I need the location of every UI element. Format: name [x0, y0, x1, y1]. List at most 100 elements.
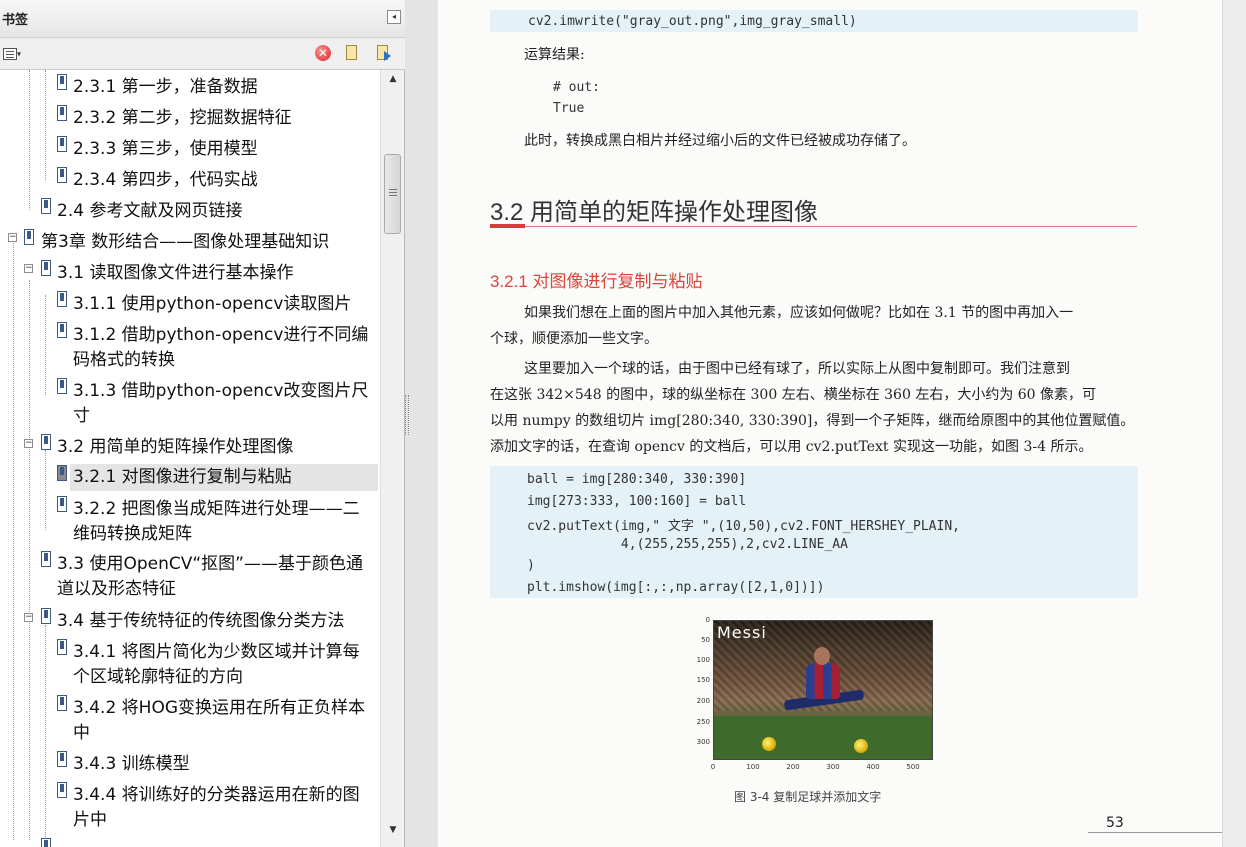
- bookmark-item[interactable]: 3.1 读取图像文件进行基本操作: [57, 261, 293, 286]
- code-line: 4,(255,255,255),2,cv2.LINE_AA: [527, 537, 848, 552]
- options-menu-button[interactable]: ▾: [2, 46, 28, 62]
- bookmark-item[interactable]: 3.4.2 将HOG变换运用在所有正负样本 中: [73, 696, 365, 746]
- bookmark-item[interactable]: 3.2 用简单的矩阵操作处理图像: [57, 435, 293, 460]
- y-tick-label: 250: [696, 718, 710, 726]
- bookmark-item[interactable]: 3.2.2 把图像当成矩阵进行处理——二 维码转换成矩阵: [73, 497, 360, 547]
- y-tick-label: 100: [696, 656, 710, 664]
- bookmark-icon: [57, 639, 67, 655]
- paragraph-line: 这里要加入一个球的话，由于图中已经有球了，所以实际上从图中复制即可。我们注意到: [524, 361, 1070, 377]
- plot-image: Messi: [713, 620, 933, 760]
- ball-icon: [762, 737, 776, 751]
- bookmark-item[interactable]: 2.3.2 第二步，挖掘数据特征: [73, 106, 292, 131]
- overlay-text: Messi: [717, 623, 767, 642]
- paragraph-line: 添加文字的话，在查询 opencv 的文档后，可以用 cv2.putText 实…: [490, 439, 1093, 455]
- bookmark-item[interactable]: 2.3.4 第四步，代码实战: [73, 168, 258, 193]
- bookmark-item[interactable]: 3.1.2 借助python-opencv进行不同编 码格式的转换: [73, 323, 368, 373]
- paragraph-line: 如果我们想在上面的图片中加入其他元素，应该如何做呢？比如在 3.1 节的图中再加…: [524, 305, 1074, 321]
- ball-icon: [854, 739, 868, 753]
- bookmark-item[interactable]: 3.4.4 将训练好的分类器运用在新的图 片中: [73, 783, 360, 833]
- bookmark-item[interactable]: 3.4.1 将图片简化为少数区域并计算每 个区域轮廓特征的方向: [73, 640, 360, 690]
- bookmark-item-selected[interactable]: 3.2.1 对图像进行复制与粘贴: [70, 464, 378, 491]
- result-label: 运算结果:: [524, 47, 585, 63]
- expand-bookmark-button[interactable]: [376, 45, 394, 63]
- options-icon: [3, 48, 17, 60]
- code-line: ball = img[280:340, 330:390]: [527, 472, 747, 487]
- document-page: cv2.imwrite("gray_out.png",img_gray_smal…: [438, 0, 1222, 847]
- bookmark-icon: [57, 496, 67, 512]
- bookmarks-toolbar: ▾ ✕: [0, 38, 405, 70]
- bookmark-icon: [57, 74, 67, 90]
- bookmark-icon: [41, 434, 51, 450]
- code-line: cv2.imwrite("gray_out.png",img_gray_smal…: [528, 14, 857, 29]
- bookmarks-panel: 书签 ◂ ▾ ✕ 2.3.1 第一步，准备数据 2.3.2 第二步，挖掘数据特征: [0, 0, 405, 847]
- bookmark-item[interactable]: 3.4 基于传统特征的传统图像分类方法: [57, 609, 344, 634]
- page-number: 53: [1106, 815, 1124, 831]
- code-line: img[273:333, 100:160] = ball: [527, 494, 747, 509]
- bookmark-item[interactable]: 2.3.3 第三步，使用模型: [73, 137, 258, 162]
- bookmark-item[interactable]: 2.4 参考文献及网页链接: [57, 199, 242, 224]
- y-tick-label: 150: [696, 676, 710, 684]
- bookmark-icon: [24, 229, 34, 245]
- paragraph-line: 在这张 342×548 的图中，球的纵坐标在 300 左右、横坐标在 360 左…: [490, 387, 1097, 403]
- paragraph-line: 以用 numpy 的数组切片 img[280:340, 330:390]，得到一…: [490, 413, 1135, 429]
- bookmark-scrollbar[interactable]: ▲ ▼: [380, 70, 404, 847]
- bookmark-icon: [57, 465, 67, 481]
- y-tick-label: 300: [696, 738, 710, 746]
- chevron-down-icon: ▾: [17, 49, 22, 59]
- code-line: ): [527, 558, 535, 573]
- y-tick-label: 200: [696, 697, 710, 705]
- bookmarks-panel-title: 书签: [2, 13, 29, 28]
- x-tick-label: 0: [710, 763, 716, 771]
- bookmark-item[interactable]: 3.3 使用OpenCV“抠图”——基于颜色通 道以及形态特征: [57, 552, 363, 602]
- scroll-down-arrow-icon[interactable]: ▼: [381, 821, 405, 839]
- collapse-toggle[interactable]: −: [24, 439, 33, 448]
- collapse-toggle[interactable]: −: [24, 264, 33, 273]
- bookmark-icon: [41, 608, 51, 624]
- y-tick-label: 50: [701, 636, 710, 644]
- code-line: plt.imshow(img[:,:,np.array([2,1,0])]): [527, 580, 825, 595]
- x-tick-label: 200: [786, 763, 800, 771]
- bookmark-item[interactable]: 3.1.3 借助python-opencv改变图片尺 寸: [73, 379, 368, 429]
- scroll-thumb[interactable]: [384, 154, 401, 234]
- x-tick-label: 500: [906, 763, 920, 771]
- bookmark-icon: [41, 198, 51, 214]
- bookmark-icon: [57, 322, 67, 338]
- collapse-toggle[interactable]: −: [24, 613, 33, 622]
- delete-bookmark-button[interactable]: ✕: [315, 45, 333, 63]
- x-tick-label: 100: [746, 763, 760, 771]
- bookmark-icon: [57, 291, 67, 307]
- subsection-heading: 3.2.1 对图像进行复制与粘贴: [490, 272, 703, 291]
- bookmarks-panel-header: 书签 ◂: [0, 0, 405, 38]
- bookmark-item[interactable]: 3.4.3 训练模型: [73, 752, 190, 777]
- bookmark-icon: [57, 105, 67, 121]
- bookmark-icon: [57, 751, 67, 767]
- bookmark-icon: [57, 782, 67, 798]
- bookmark-icon: [57, 378, 67, 394]
- bookmark-icon: [57, 136, 67, 152]
- bookmark-icon: [41, 838, 51, 847]
- collapse-panel-button[interactable]: ◂: [387, 10, 401, 24]
- collapse-toggle[interactable]: −: [8, 233, 17, 242]
- delete-icon: ✕: [315, 45, 331, 61]
- page-margin: [1222, 0, 1246, 847]
- bookmark-icon: [57, 167, 67, 183]
- new-bookmark-button[interactable]: [345, 45, 363, 63]
- heading-accent-bar: [490, 224, 525, 228]
- bookmark-tree: 2.3.1 第一步，准备数据 2.3.2 第二步，挖掘数据特征 2.3.3 第三…: [0, 70, 380, 847]
- expand-bookmark-icon: [376, 45, 392, 61]
- pane-splitter[interactable]: [405, 0, 438, 847]
- figure-image: Messi 0 50 100 150 200 250 300 0 100 200…: [693, 612, 953, 782]
- scroll-up-arrow-icon[interactable]: ▲: [381, 70, 405, 88]
- bookmark-icon: [41, 260, 51, 276]
- new-bookmark-icon: [345, 45, 361, 61]
- bookmark-item[interactable]: 第3章 数形结合——图像处理基础知识: [41, 230, 329, 255]
- heading-rule: [490, 226, 1137, 227]
- bookmark-icon: [41, 551, 51, 567]
- bookmark-item[interactable]: 2.3.1 第一步，准备数据: [73, 75, 258, 100]
- footer-rule: [1088, 832, 1222, 833]
- bookmark-item[interactable]: 3.1.1 使用python-opencv读取图片: [73, 292, 351, 317]
- x-tick-label: 300: [826, 763, 840, 771]
- code-line: cv2.putText(img," 文字 ",(10,50),cv2.FONT_…: [527, 519, 960, 534]
- output-line: True: [553, 101, 585, 116]
- section-heading: 3.2 用简单的矩阵操作处理图像: [490, 199, 819, 226]
